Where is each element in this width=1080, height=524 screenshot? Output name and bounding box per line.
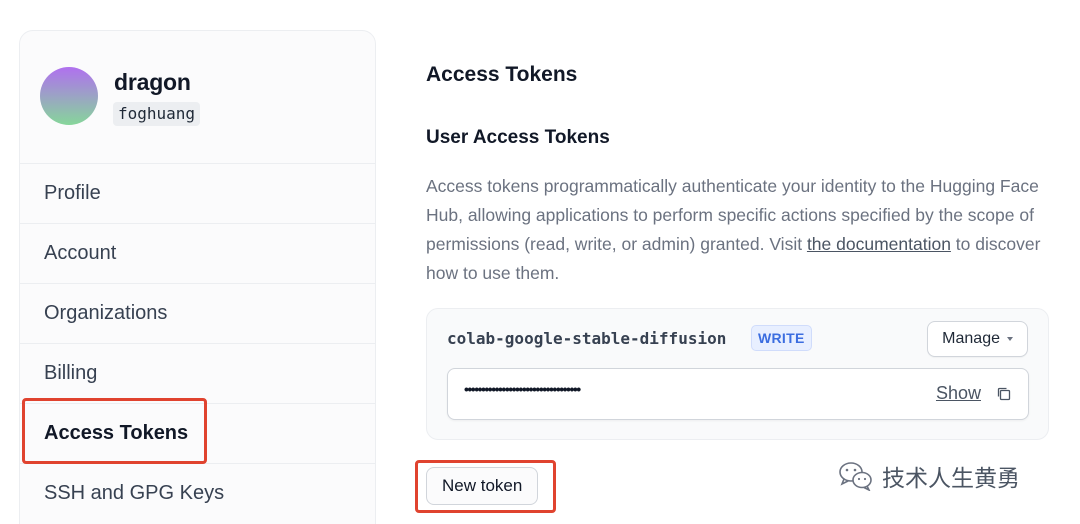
- settings-nav: Profile Account Organizations Billing Ac…: [20, 163, 375, 523]
- masked-token: ••••••••••••••••••••••••••••••••••: [464, 381, 581, 397]
- token-value-field[interactable]: •••••••••••••••••••••••••••••••••• Show: [447, 368, 1029, 420]
- avatar[interactable]: [40, 67, 98, 125]
- sidebar-item-account[interactable]: Account: [20, 223, 375, 283]
- token-card: colab-google-stable-diffusion WRITE Mana…: [426, 308, 1049, 440]
- sidebar-item-ssh-gpg-keys[interactable]: SSH and GPG Keys: [20, 463, 375, 523]
- wechat-icon: [839, 462, 872, 491]
- description: Access tokens programmatically authentic…: [426, 172, 1041, 288]
- sidebar-item-billing[interactable]: Billing: [20, 343, 375, 403]
- section-title: User Access Tokens: [426, 127, 610, 148]
- show-token-link[interactable]: Show: [936, 383, 981, 404]
- manage-button[interactable]: Manage: [927, 321, 1028, 357]
- settings-sidebar: dragon foghuang Profile Account Organiza…: [19, 30, 376, 524]
- watermark-text: 技术人生黄勇: [882, 465, 1020, 491]
- token-name: colab-google-stable-diffusion: [447, 329, 727, 348]
- chevron-down-icon: [1007, 337, 1013, 341]
- role-badge: WRITE: [751, 325, 812, 351]
- page-title: Access Tokens: [426, 63, 578, 86]
- username-badge: foghuang: [113, 102, 201, 126]
- watermark: 技术人生黄勇: [838, 458, 1020, 494]
- sidebar-item-profile[interactable]: Profile: [20, 163, 375, 223]
- profile-header: dragon foghuang: [20, 31, 375, 163]
- copy-icon[interactable]: [996, 386, 1012, 402]
- documentation-link[interactable]: the documentation: [807, 234, 951, 254]
- sidebar-item-access-tokens[interactable]: Access Tokens: [20, 403, 375, 463]
- sidebar-item-organizations[interactable]: Organizations: [20, 283, 375, 343]
- manage-label: Manage: [942, 330, 1000, 347]
- display-name: dragon: [114, 69, 191, 95]
- new-token-button[interactable]: New token: [426, 467, 539, 505]
